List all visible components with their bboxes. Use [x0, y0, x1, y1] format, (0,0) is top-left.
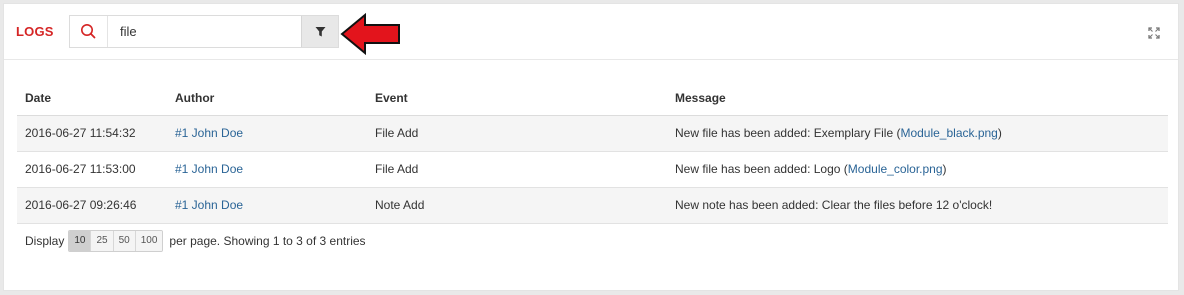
- table-row: 2016-06-27 11:53:00 #1 John Doe File Add…: [17, 151, 1168, 188]
- cell-message: New file has been added: Exemplary File …: [667, 115, 1168, 152]
- panel-header: LOGS: [4, 4, 1178, 60]
- cell-event: File Add: [367, 151, 667, 188]
- author-link[interactable]: #1 John Doe: [175, 126, 243, 140]
- author-link[interactable]: #1 John Doe: [175, 162, 243, 176]
- cell-date: 2016-06-27 11:53:00: [17, 151, 167, 188]
- page-size-10[interactable]: 10: [69, 231, 92, 251]
- page-size-selector: 10 25 50 100: [68, 230, 164, 252]
- page-size-50[interactable]: 50: [113, 231, 136, 251]
- expand-icon[interactable]: [1148, 27, 1160, 39]
- message-text: New file has been added: Exemplary File …: [675, 126, 901, 140]
- column-header-author[interactable]: Author: [167, 81, 367, 116]
- author-link[interactable]: #1 John Doe: [175, 198, 243, 212]
- table-header-row: Date Author Event Message: [17, 81, 1168, 116]
- column-header-date[interactable]: Date: [17, 81, 167, 116]
- cell-date: 2016-06-27 11:54:32: [17, 115, 167, 152]
- cell-message: New file has been added: Logo (Module_co…: [667, 151, 1168, 188]
- cell-date: 2016-06-27 09:26:46: [17, 187, 167, 224]
- column-header-message[interactable]: Message: [667, 81, 1168, 116]
- search-box: [69, 15, 339, 48]
- message-text: New file has been added: Logo (: [675, 162, 848, 176]
- search-icon[interactable]: [70, 16, 108, 47]
- display-label: Display: [25, 234, 65, 248]
- search-input[interactable]: [109, 16, 301, 47]
- message-suffix: ): [997, 126, 1002, 140]
- page-size-25[interactable]: 25: [91, 231, 114, 251]
- cell-event: File Add: [367, 115, 667, 152]
- file-link[interactable]: Module_black.png: [900, 126, 997, 140]
- cell-author: #1 John Doe: [167, 151, 367, 188]
- file-link[interactable]: Module_color.png: [848, 162, 943, 176]
- logs-table: Date Author Event Message 2016-06-27 11:…: [17, 81, 1168, 224]
- cell-message: New note has been added: Clear the files…: [667, 187, 1168, 224]
- cell-author: #1 John Doe: [167, 187, 367, 224]
- logs-panel: LOGS file Date Author Event Message 2016…: [3, 3, 1179, 291]
- table-row: 2016-06-27 11:54:32 #1 John Doe File Add…: [17, 115, 1168, 152]
- entries-summary: per page. Showing 1 to 3 of 3 entries: [169, 234, 366, 248]
- message-text: New note has been added: Clear the files…: [675, 198, 993, 212]
- table-row: 2016-06-27 09:26:46 #1 John Doe Note Add…: [17, 187, 1168, 224]
- page-size-100[interactable]: 100: [135, 231, 163, 251]
- cell-author: #1 John Doe: [167, 115, 367, 152]
- table-footer: Display 10 25 50 100 per page. Showing 1…: [25, 230, 366, 252]
- column-header-event[interactable]: Event: [367, 81, 667, 116]
- cell-event: Note Add: [367, 187, 667, 224]
- message-suffix: ): [942, 162, 947, 176]
- panel-title: LOGS: [16, 24, 54, 39]
- filter-icon: [315, 27, 326, 37]
- arrow-pointer-icon: [340, 12, 400, 56]
- filter-button[interactable]: [301, 16, 338, 47]
